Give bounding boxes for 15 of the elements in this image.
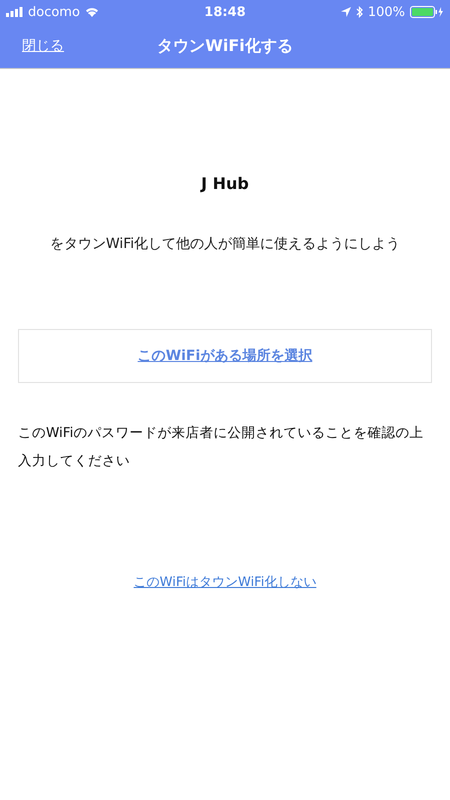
screen-title: タウンWiFi化する: [157, 36, 293, 56]
location-arrow-icon: [340, 7, 351, 17]
wifi-icon: [84, 7, 99, 17]
decline-link[interactable]: このWiFiはタウンWiFi化しない: [134, 573, 316, 591]
network-name: J Hub: [201, 174, 249, 193]
intro-text: をタウンWiFi化して他の人が簡単に使えるようにしよう: [50, 235, 400, 253]
signal-icon: [6, 7, 23, 17]
close-link[interactable]: 閉じる: [22, 37, 64, 55]
select-location-button[interactable]: このWiFiがある場所を選択: [18, 329, 432, 383]
battery-percent: 100%: [368, 4, 405, 20]
battery-charging-icon: [410, 6, 444, 18]
bluetooth-icon: [356, 6, 363, 18]
notice-text: このWiFiのパスワードが来店者に公開されていることを確認の上入力してください: [18, 424, 424, 471]
clock-time: 18:48: [204, 4, 246, 20]
carrier-name: docomo: [28, 4, 80, 20]
